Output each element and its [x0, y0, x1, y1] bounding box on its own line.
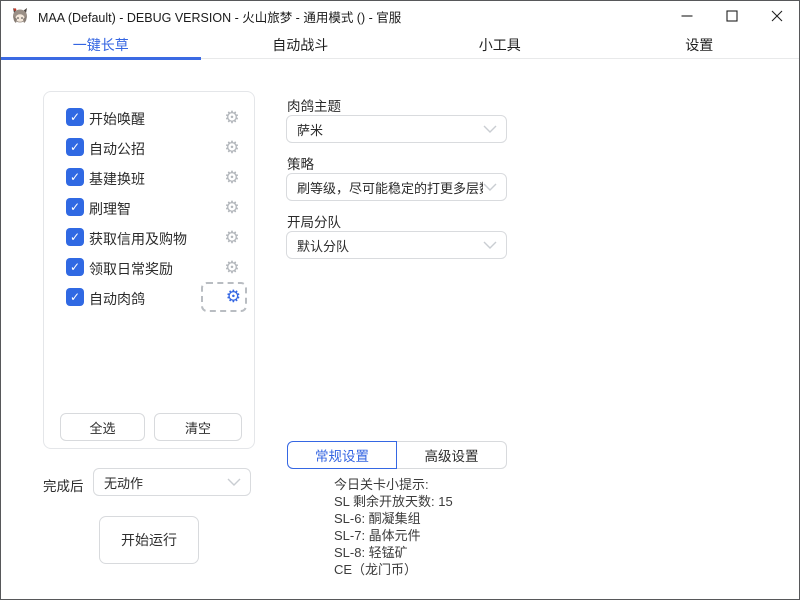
check-icon: ✓ [70, 231, 80, 243]
after-completion-dropdown[interactable]: 无动作 [93, 468, 251, 496]
tip-line: SL 剩余开放天数: 15 [334, 493, 453, 510]
roguelike-strategy-dropdown[interactable]: 刷等级，尽可能稳定的打更多层数 [286, 173, 507, 201]
active-tab-underline [1, 57, 201, 60]
task-checkbox[interactable]: ✓ [66, 138, 84, 156]
tab-general-settings[interactable]: 常规设置 [287, 441, 397, 469]
clear-button[interactable]: 清空 [154, 413, 242, 441]
general-settings-label: 常规设置 [315, 445, 369, 465]
close-button[interactable] [754, 1, 799, 31]
task-label: 自动公招 [89, 139, 145, 159]
task-label: 基建换班 [89, 169, 145, 189]
window-title: MAA (Default) - DEBUG VERSION - 火山旅梦 - 通… [38, 7, 401, 26]
task-row-rewards: ✓ 领取日常奖励 ⚙ [44, 258, 254, 278]
minimize-button[interactable] [664, 1, 709, 31]
task-checkbox[interactable]: ✓ [66, 108, 84, 126]
tab-label: 自动战斗 [272, 35, 328, 55]
settings-mode-tabs: 常规设置 高级设置 [287, 441, 507, 469]
task-row-recruit: ✓ 自动公招 ⚙ [44, 138, 254, 158]
after-completion-label: 完成后 [43, 475, 84, 495]
chevron-down-icon [227, 478, 241, 486]
gear-icon-active[interactable]: ⚙ [226, 287, 241, 306]
advanced-settings-label: 高级设置 [425, 445, 479, 465]
chevron-down-icon [483, 241, 497, 249]
roguelike-theme-dropdown[interactable]: 萨米 [286, 115, 507, 143]
task-list-card: ✓ 开始唤醒 ⚙ ✓ 自动公招 ⚙ ✓ 基建换班 ⚙ ✓ 刷理智 ⚙ ✓ 获取信… [43, 91, 255, 449]
tab-label: 一键长草 [73, 35, 129, 55]
window-controls [664, 1, 799, 31]
select-all-label: 全选 [89, 418, 115, 437]
chevron-down-icon [483, 125, 497, 133]
task-label: 自动肉鸽 [89, 289, 145, 309]
daily-stage-tips: 今日关卡小提示: SL 剩余开放天数: 15 SL-6: 酮凝集组 SL-7: … [334, 476, 453, 578]
check-icon: ✓ [70, 171, 80, 183]
tip-line: SL-7: 晶体元件 [334, 527, 453, 544]
title-bar[interactable]: MAA (Default) - DEBUG VERSION - 火山旅梦 - 通… [1, 1, 799, 31]
tab-copilot[interactable]: 自动战斗 [201, 31, 401, 59]
dropdown-value: 默认分队 [297, 236, 483, 255]
check-icon: ✓ [70, 111, 80, 123]
task-label: 获取信用及购物 [89, 229, 187, 249]
tip-line: SL-8: 轻锰矿 [334, 544, 453, 561]
task-checkbox[interactable]: ✓ [66, 198, 84, 216]
app-logo-icon [11, 7, 29, 25]
tab-settings[interactable]: 设置 [600, 31, 800, 59]
tip-line: SL-6: 酮凝集组 [334, 510, 453, 527]
tab-farming[interactable]: 一键长草 [1, 31, 201, 59]
check-icon: ✓ [70, 291, 80, 303]
tab-label: 小工具 [479, 35, 521, 55]
dropdown-value: 萨米 [297, 120, 483, 139]
app-window: MAA (Default) - DEBUG VERSION - 火山旅梦 - 通… [0, 0, 800, 600]
close-icon [771, 10, 783, 22]
tip-line: CE（龙门币） [334, 561, 453, 578]
gear-icon[interactable]: ⚙ [222, 258, 242, 278]
tab-advanced-settings[interactable]: 高级设置 [397, 441, 507, 469]
gear-icon[interactable]: ⚙ [222, 228, 242, 248]
gear-icon[interactable]: ⚙ [222, 108, 242, 128]
task-label: 领取日常奖励 [89, 259, 173, 279]
task-row-sanity: ✓ 刷理智 ⚙ [44, 198, 254, 218]
roguelike-squad-label: 开局分队 [287, 211, 341, 231]
check-icon: ✓ [70, 141, 80, 153]
check-icon: ✓ [70, 261, 80, 273]
gear-icon[interactable]: ⚙ [222, 198, 242, 218]
tip-line: 今日关卡小提示: [334, 476, 453, 493]
clear-label: 清空 [185, 418, 211, 437]
dropdown-value: 刷等级，尽可能稳定的打更多层数 [297, 178, 483, 197]
tab-tools[interactable]: 小工具 [400, 31, 600, 59]
start-run-label: 开始运行 [121, 530, 177, 550]
dropdown-value: 无动作 [104, 473, 227, 492]
select-all-button[interactable]: 全选 [60, 413, 145, 441]
task-label: 开始唤醒 [89, 109, 145, 129]
gear-icon[interactable]: ⚙ [222, 138, 242, 158]
task-label: 刷理智 [89, 199, 131, 219]
task-row-infrast: ✓ 基建换班 ⚙ [44, 168, 254, 188]
task-row-wakeup: ✓ 开始唤醒 ⚙ [44, 108, 254, 128]
check-icon: ✓ [70, 201, 80, 213]
tab-label: 设置 [685, 35, 713, 55]
task-checkbox[interactable]: ✓ [66, 228, 84, 246]
roguelike-strategy-label: 策略 [287, 153, 314, 173]
task-checkbox[interactable]: ✓ [66, 168, 84, 186]
maximize-button[interactable] [709, 1, 754, 31]
roguelike-gear-focus-box[interactable]: ⚙ [201, 282, 247, 312]
roguelike-squad-dropdown[interactable]: 默认分队 [286, 231, 507, 259]
roguelike-theme-label: 肉鸽主题 [287, 95, 341, 115]
main-tab-bar: 一键长草 自动战斗 小工具 设置 [1, 31, 799, 59]
task-row-credit: ✓ 获取信用及购物 ⚙ [44, 228, 254, 248]
task-checkbox[interactable]: ✓ [66, 258, 84, 276]
maximize-icon [726, 10, 738, 22]
minimize-icon [681, 10, 693, 22]
chevron-down-icon [483, 183, 497, 191]
start-run-button[interactable]: 开始运行 [99, 516, 199, 564]
gear-icon[interactable]: ⚙ [222, 168, 242, 188]
task-checkbox[interactable]: ✓ [66, 288, 84, 306]
